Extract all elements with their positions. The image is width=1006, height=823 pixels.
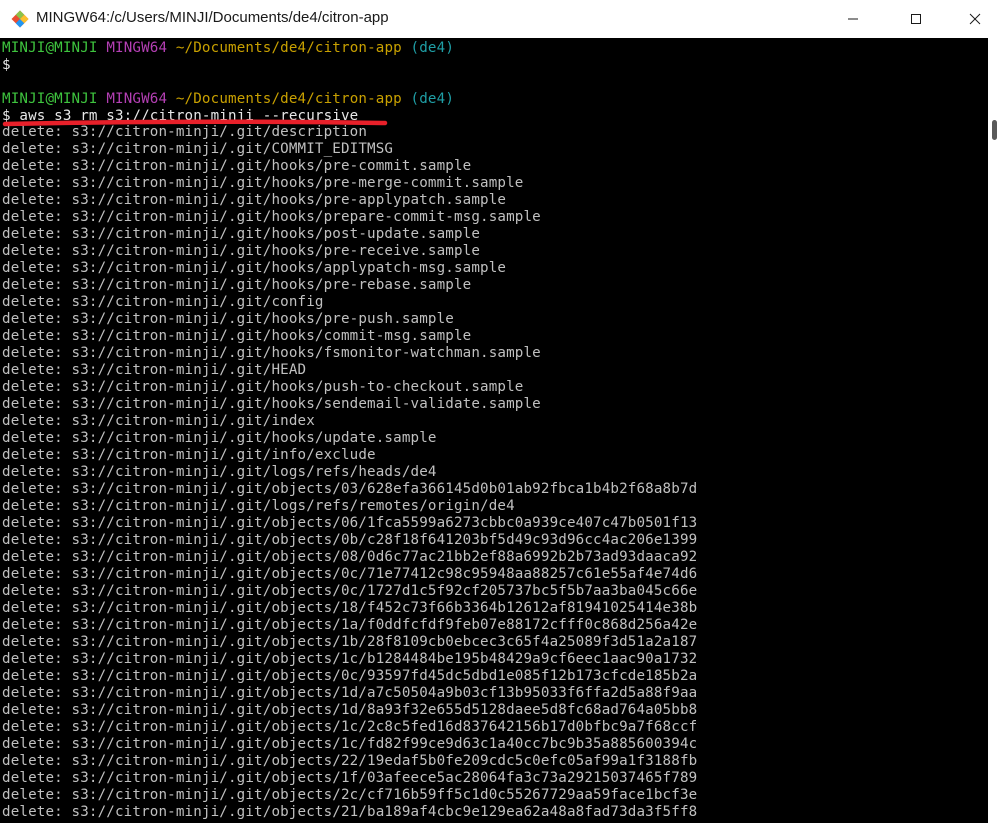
- close-icon: [969, 10, 981, 29]
- output-line: delete: s3://citron-minji/.git/info/excl…: [2, 447, 376, 463]
- output-line: delete: s3://citron-minji/.git/objects/1…: [2, 719, 698, 735]
- output-line: delete: s3://citron-minji/.git/hooks/pos…: [2, 226, 481, 242]
- output-line: delete: s3://citron-minji/.git/index: [2, 413, 315, 429]
- output-line: delete: s3://citron-minji/.git/objects/0…: [2, 515, 698, 531]
- output-line: delete: s3://citron-minji/.git/objects/2…: [2, 804, 698, 820]
- close-button[interactable]: [952, 0, 998, 38]
- output-line: delete: s3://citron-minji/.git/hooks/pre…: [2, 277, 472, 293]
- maximize-icon: [910, 10, 922, 29]
- vertical-scrollbar[interactable]: [988, 38, 1006, 823]
- output-line: delete: s3://citron-minji/.git/hooks/pre…: [2, 311, 454, 327]
- output-line: delete: s3://citron-minji/.git/objects/0…: [2, 549, 698, 565]
- output-line: delete: s3://citron-minji/.git/objects/1…: [2, 617, 698, 633]
- prompt-branch: (de4): [410, 40, 455, 56]
- output-line: delete: s3://citron-minji/.git/objects/1…: [2, 736, 698, 752]
- prompt-system: MINGW64: [106, 40, 168, 56]
- title-bar[interactable]: MINGW64:/c/Users/MINJI/Documents/de4/cit…: [0, 0, 1006, 39]
- output-line: delete: s3://citron-minji/.git/objects/0…: [2, 668, 698, 684]
- output-line: delete: s3://citron-minji/.git/COMMIT_ED…: [2, 141, 394, 157]
- output-line: delete: s3://citron-minji/.git/objects/0…: [2, 566, 698, 582]
- git-bash-icon: [11, 10, 29, 28]
- output-line: delete: s3://citron-minji/.git/hooks/pus…: [2, 379, 524, 395]
- output-line: delete: s3://citron-minji/.git/hooks/pre…: [2, 192, 507, 208]
- scrollbar-thumb[interactable]: [992, 120, 997, 140]
- output-line: delete: s3://citron-minji/.git/hooks/upd…: [2, 430, 437, 446]
- output-line: delete: s3://citron-minji/.git/objects/1…: [2, 651, 698, 667]
- output-line: delete: s3://citron-minji/.git/hooks/sen…: [2, 396, 541, 412]
- prompt-path: ~/Documents/de4/citron-app: [175, 40, 402, 56]
- minimize-button[interactable]: [830, 0, 876, 38]
- prompt-symbol: $: [2, 57, 11, 73]
- output-line: delete: s3://citron-minji/.git/objects/1…: [2, 770, 698, 786]
- minimize-icon: [847, 10, 859, 29]
- output-line: delete: s3://citron-minji/.git/logs/refs…: [2, 464, 437, 480]
- output-line: delete: s3://citron-minji/.git/objects/1…: [2, 600, 698, 616]
- output-line: delete: s3://citron-minji/.git/HEAD: [2, 362, 307, 378]
- terminal-window: MINGW64:/c/Users/MINJI/Documents/de4/cit…: [0, 0, 1006, 823]
- window-title: MINGW64:/c/Users/MINJI/Documents/de4/cit…: [36, 9, 389, 26]
- output-line: delete: s3://citron-minji/.git/objects/1…: [2, 634, 698, 650]
- output-line: delete: s3://citron-minji/.git/objects/2…: [2, 753, 698, 769]
- output-line: delete: s3://citron-minji/.git/hooks/com…: [2, 328, 472, 344]
- prompt-branch: (de4): [410, 91, 455, 107]
- prompt-line-1: MINJI@MINJI MINGW64 ~/Documents/de4/citr…: [2, 40, 454, 57]
- output-line: delete: s3://citron-minji/.git/hooks/fsm…: [2, 345, 541, 361]
- red-highlight-underline: [2, 119, 388, 127]
- output-line: delete: s3://citron-minji/.git/objects/0…: [2, 481, 698, 497]
- output-line: delete: s3://citron-minji/.git/hooks/app…: [2, 260, 507, 276]
- prompt-system: MINGW64: [106, 91, 168, 107]
- output-line: delete: s3://citron-minji/.git/config: [2, 294, 324, 310]
- output-line: delete: s3://citron-minji/.git/objects/1…: [2, 702, 698, 718]
- output-line: delete: s3://citron-minji/.git/hooks/pre…: [2, 209, 541, 225]
- output-line: delete: s3://citron-minji/.git/hooks/pre…: [2, 175, 524, 191]
- prompt-path: ~/Documents/de4/citron-app: [175, 91, 402, 107]
- prompt-user: MINJI@MINJI: [2, 91, 98, 107]
- terminal-output-area[interactable]: MINJI@MINJI MINGW64 ~/Documents/de4/citr…: [0, 38, 988, 823]
- output-line: delete: s3://citron-minji/.git/hooks/pre…: [2, 158, 472, 174]
- prompt-line-2: MINJI@MINJI MINGW64 ~/Documents/de4/citr…: [2, 91, 454, 108]
- output-line: delete: s3://citron-minji/.git/logs/refs…: [2, 498, 515, 514]
- output-line: delete: s3://citron-minji/.git/hooks/pre…: [2, 243, 481, 259]
- output-line: delete: s3://citron-minji/.git/objects/0…: [2, 532, 698, 548]
- prompt-user: MINJI@MINJI: [2, 40, 98, 56]
- output-line: delete: s3://citron-minji/.git/objects/2…: [2, 787, 698, 803]
- maximize-button[interactable]: [893, 0, 939, 38]
- output-line: delete: s3://citron-minji/.git/objects/0…: [2, 583, 698, 599]
- output-line: delete: s3://citron-minji/.git/objects/1…: [2, 685, 698, 701]
